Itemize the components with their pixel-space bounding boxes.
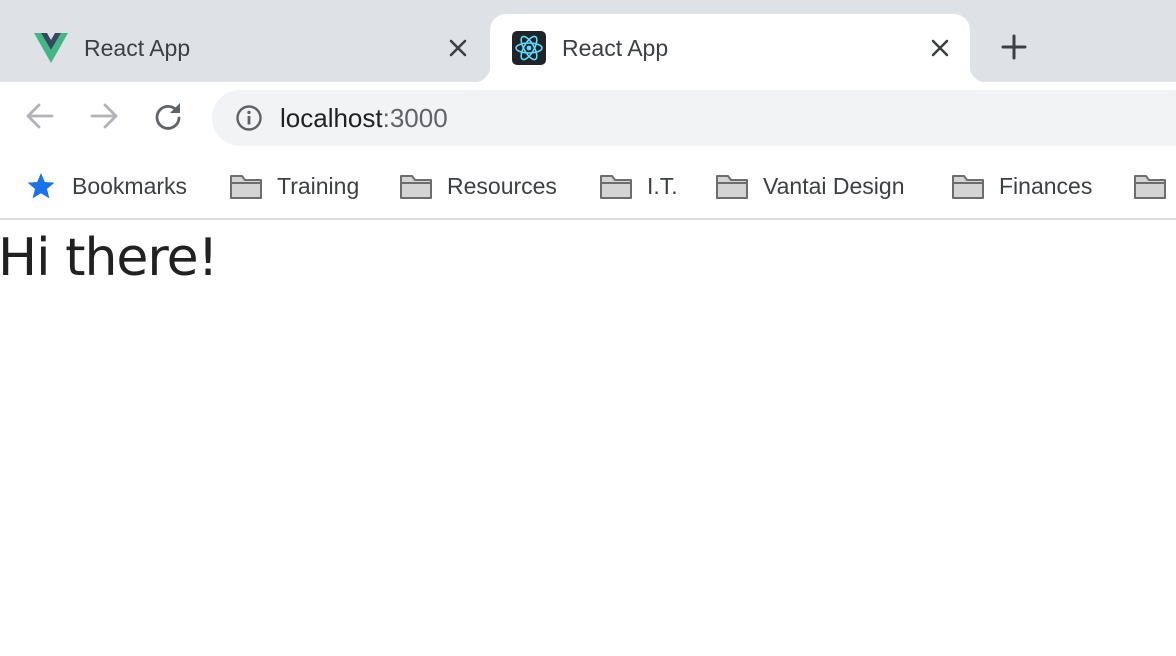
tab-react-app-vue[interactable]: React App bbox=[0, 14, 488, 82]
url-port: :3000 bbox=[382, 102, 448, 133]
vue-logo-icon bbox=[34, 31, 68, 65]
url-text[interactable]: localhost:3000 bbox=[280, 103, 448, 134]
bookmark-folder-overflow[interactable] bbox=[1133, 168, 1167, 204]
folder-icon bbox=[229, 171, 263, 201]
bookmark-label: I.T. bbox=[647, 172, 678, 199]
bookmark-folder-training[interactable]: Training bbox=[229, 168, 359, 204]
bookmark-label: Finances bbox=[999, 172, 1093, 199]
back-button[interactable] bbox=[20, 98, 60, 138]
toolbar: localhost:3000 bbox=[0, 82, 1176, 154]
forward-arrow-icon bbox=[89, 101, 119, 136]
bookmark-label: Vantai Design bbox=[763, 172, 905, 199]
folder-icon bbox=[715, 171, 749, 201]
reload-icon bbox=[153, 101, 183, 136]
tab-title: React App bbox=[562, 34, 669, 61]
plus-icon bbox=[1001, 34, 1027, 65]
star-icon bbox=[24, 171, 58, 201]
bookmark-folder-finances[interactable]: Finances bbox=[951, 168, 1092, 204]
tab-title: React App bbox=[84, 34, 191, 61]
page-content: Hi there! bbox=[0, 220, 1176, 656]
page-heading: Hi there! bbox=[0, 228, 218, 288]
folder-icon bbox=[951, 171, 985, 201]
info-icon[interactable] bbox=[234, 103, 264, 133]
new-tab-button[interactable] bbox=[995, 30, 1033, 68]
reload-button[interactable] bbox=[148, 98, 188, 138]
bookmark-bookmarks[interactable]: Bookmarks bbox=[24, 168, 187, 204]
forward-button[interactable] bbox=[84, 98, 124, 138]
bookmark-folder-vantai-design[interactable]: Vantai Design bbox=[715, 168, 905, 204]
bookmark-folder-it[interactable]: I.T. bbox=[599, 168, 678, 204]
tab-react-app-active[interactable]: React App bbox=[474, 14, 986, 82]
tab-strip: React App React App bbox=[0, 0, 1176, 82]
bookmarks-bar: Bookmarks Training Resources I.T. Vantai… bbox=[0, 154, 1176, 220]
close-icon[interactable] bbox=[444, 34, 472, 62]
bookmark-label: Bookmarks bbox=[72, 172, 188, 199]
bookmark-label: Resources bbox=[447, 172, 557, 199]
close-icon[interactable] bbox=[926, 34, 954, 62]
address-bar[interactable]: localhost:3000 bbox=[212, 90, 1176, 146]
bookmark-folder-resources[interactable]: Resources bbox=[399, 168, 557, 204]
folder-icon bbox=[599, 171, 633, 201]
url-host: localhost bbox=[280, 102, 383, 133]
folder-icon bbox=[1133, 171, 1167, 201]
folder-icon bbox=[399, 171, 433, 201]
bookmark-label: Training bbox=[277, 172, 360, 199]
back-arrow-icon bbox=[25, 101, 55, 136]
react-logo-icon bbox=[512, 31, 546, 65]
